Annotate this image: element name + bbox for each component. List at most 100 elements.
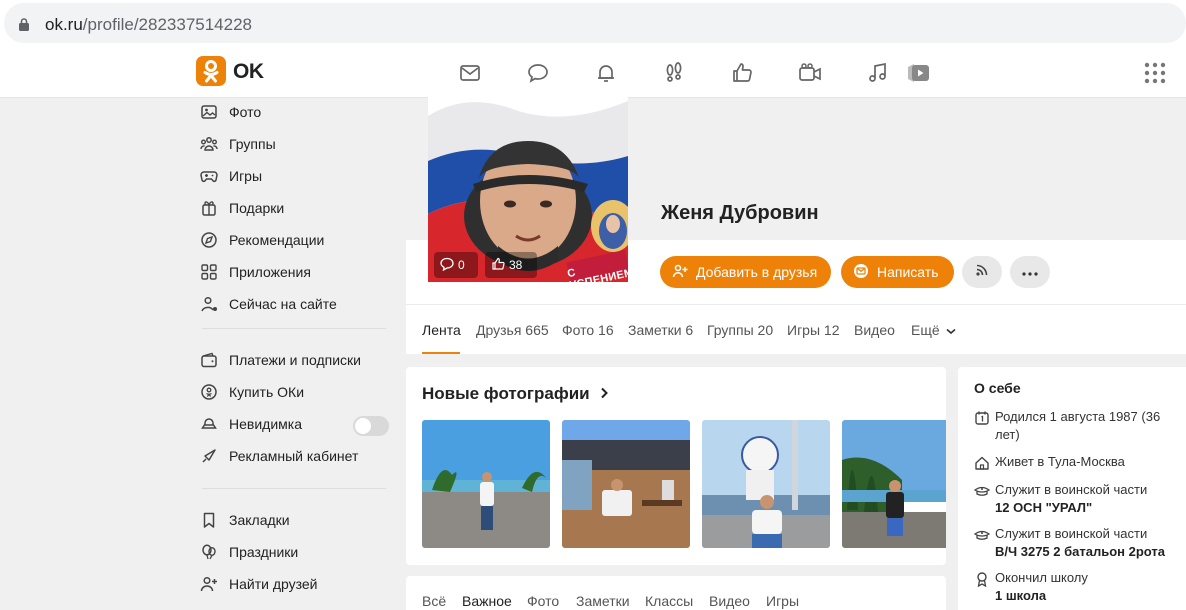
sidebar-item-payments[interactable]: Платежи и подписки [196,345,396,375]
tab-games[interactable]: Игры 12 [787,322,839,338]
about-military-1: Служит в воинской части 12 ОСН "УРАЛ" [973,481,1179,517]
compass-icon [200,231,218,249]
about-title: О себе [974,380,1021,396]
tab-more-label: Ещё [911,322,940,338]
about-military-2-text: Служит в воинской части В/Ч 3275 2 баталь… [995,525,1165,561]
messages-icon[interactable] [458,61,482,85]
sidebar-item-apps[interactable]: Приложения [196,257,396,287]
sidebar-item-label: Приложения [229,264,311,280]
browser-address-bar: ok.ru/profile/282337514228 [0,0,1186,48]
sidebar-item-label: Игры [229,168,263,184]
more-actions-button[interactable] [1010,256,1050,288]
avatar-comments-count: 0 [458,258,465,272]
about-birth-text: Родился 1 августа 1987 (36 лет) [995,409,1161,442]
apps-icon [200,263,218,281]
about-school-value[interactable]: 1 школа [995,588,1046,603]
ok-logo-icon[interactable] [196,56,226,86]
sidebar-item-recommendations[interactable]: Рекомендации [196,225,396,255]
sidebar-item-label: Сейчас на сайте [229,296,337,312]
about-military-2: Служит в воинской части В/Ч 3275 2 баталь… [973,525,1179,561]
feed-filter-photo[interactable]: Фото [527,593,559,609]
avatar-comments-badge[interactable]: 0 [434,252,478,278]
about-location: Живет в Тула-Москва [974,453,1179,471]
tab-notes[interactable]: Заметки 6 [628,322,693,338]
feed-filter-notes[interactable]: Заметки [576,593,630,609]
url-field[interactable]: ok.ru/profile/282337514228 [4,3,1186,43]
feed-filter-classes[interactable]: Классы [645,593,693,609]
sidebar-item-gifts[interactable]: Подарки [196,193,396,223]
sidebar-item-label: Группы [229,136,276,152]
photo-thumbnail[interactable] [562,420,690,548]
groups-icon [200,135,218,153]
subscribe-button[interactable] [962,256,1002,288]
tab-feed[interactable]: Лента [422,322,461,338]
profile-header-card: 0 38 С УСПЕНИЕМ! Женя Дубровин Добавить … [406,96,1186,354]
sidebar-item-holidays[interactable]: Праздники [196,537,396,567]
sidebar-item-label: Рекомендации [229,232,325,248]
feed-filter-all[interactable]: Всё [422,593,446,609]
tab-video[interactable]: Видео [854,322,895,338]
feed-filter-video[interactable]: Видео [709,593,750,609]
feed-filter-bar: Всё Важное Фото Заметки Классы Видео Игр… [406,576,946,610]
comment-icon [440,257,454,274]
photo-thumbnail[interactable] [422,420,550,548]
about-military-1-text: Служит в воинской части 12 ОСН "УРАЛ" [995,481,1147,517]
home-icon [974,455,990,471]
wallet-icon [200,351,218,369]
sidebar-item-buy-oki[interactable]: Купить ОКи [196,377,396,407]
school-icon [974,571,990,588]
tab-friends[interactable]: Друзья 665 [476,322,549,338]
sidebar-item-label: Платежи и подписки [229,352,361,368]
add-friend-button[interactable]: Добавить в друзья [660,256,832,288]
sidebar-divider [202,488,386,489]
discussions-icon[interactable] [526,61,550,85]
photo-thumbnail[interactable] [702,420,830,548]
profile-name: Женя Дубровин [661,202,819,224]
about-school-text: Окончил школу 1 школа [995,569,1088,605]
tab-groups[interactable]: Группы 20 [707,322,773,338]
tab-photos[interactable]: Фото 16 [562,322,614,338]
military-cap-icon [973,483,991,499]
sidebar-item-photo[interactable]: Фото [196,97,396,127]
new-photos-title[interactable]: Новые фотографии [422,384,609,404]
bookmark-icon [200,511,218,529]
active-tab-indicator [422,352,460,354]
sidebar-item-bookmarks[interactable]: Закладки [196,505,396,535]
profile-avatar[interactable]: 0 38 С УСПЕНИЕМ! [428,96,628,282]
about-military-2-label: Служит в воинской части [995,526,1148,541]
military-cap-icon [973,527,991,543]
sidebar-item-online-now[interactable]: Сейчас на сайте [196,289,396,319]
sidebar-item-label: Невидимка [229,416,302,432]
avatar-likes-badge[interactable]: 38 [485,252,537,278]
envelope-icon [853,263,869,282]
oki-coin-icon [200,383,218,401]
add-friend-label: Добавить в друзья [696,264,818,280]
write-label: Написать [877,264,939,280]
notifications-icon[interactable] [594,61,618,85]
write-message-button[interactable]: Написать [841,256,955,288]
about-military-1-value[interactable]: 12 ОСН "УРАЛ" [995,500,1092,515]
sidebar-item-label: Закладки [229,512,290,528]
sidebar-item-find-friends[interactable]: Найти друзей [196,569,396,599]
video-icon[interactable] [906,61,930,85]
sidebar-item-label: Фото [229,104,262,120]
sidebar-item-games[interactable]: Игры [196,161,396,191]
photo-icon [200,103,218,121]
guests-icon[interactable] [662,61,686,85]
invisible-toggle[interactable] [353,416,389,436]
music-icon[interactable] [866,61,890,85]
feed-filter-important[interactable]: Важное [462,593,512,609]
photo-thumbnail[interactable] [842,420,946,548]
likes-icon[interactable] [730,61,754,85]
logo-text[interactable]: OK [233,60,264,84]
apps-grid-icon[interactable] [1144,62,1166,84]
tab-more[interactable]: Ещё [911,322,956,338]
about-military-2-value[interactable]: В/Ч 3275 2 батальон 2рота [995,544,1165,559]
sidebar-item-groups[interactable]: Группы [196,129,396,159]
about-school-label: Окончил школу [995,570,1088,585]
avatar-likes-count: 38 [509,258,523,272]
sidebar-item-ads-cabinet[interactable]: Рекламный кабинет [196,441,396,471]
add-friend-icon [672,263,688,282]
feed-filter-games[interactable]: Игры [766,593,799,609]
video-calls-icon[interactable] [798,61,822,85]
